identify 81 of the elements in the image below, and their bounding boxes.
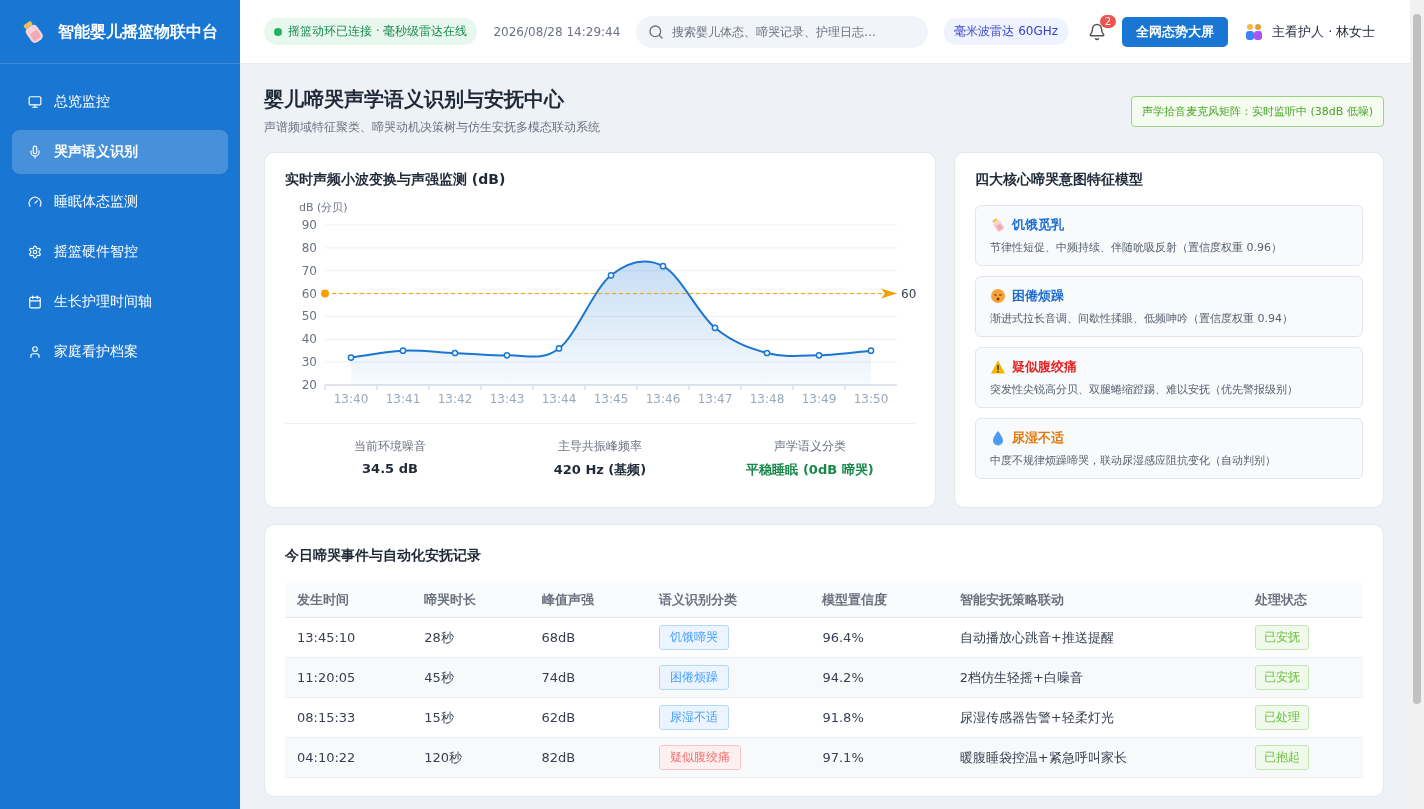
table-cell: 13:45:10	[285, 617, 413, 658]
stat-value: 平稳睡眠 (0dB 啼哭)	[746, 461, 874, 479]
axis-label: 13:43	[489, 392, 525, 406]
stat-label: 主导共振峰频率	[558, 438, 642, 455]
axis-label: 13:45	[593, 392, 629, 406]
table-cell: 74dB	[529, 657, 647, 698]
axis-label: 30	[301, 355, 317, 370]
column-header: 语义识别分类	[646, 583, 811, 618]
model-name: 困倦烦躁	[1012, 287, 1064, 305]
axis-label: 13:47	[697, 392, 733, 406]
model-name: 饥饿觅乳	[1012, 216, 1064, 234]
axis-label: 13:42	[437, 392, 473, 406]
radar-badge: 毫米波雷达 60GHz	[944, 18, 1069, 45]
model-name: 尿湿不适	[1012, 429, 1064, 447]
listening-status: 声学拾音麦克风矩阵：实时监听中 (38dB 低噪)	[1130, 96, 1384, 127]
table-cell: 94.2%	[810, 657, 948, 698]
card-title: 实时声频小波变换与声强监测 (dB)	[285, 171, 507, 189]
axis-label: 50	[301, 309, 317, 324]
axis-label: 13:49	[801, 392, 837, 406]
model-description: 突发性尖锐高分贝、双腿蜷缩蹬踢、难以安抚（优先警报级别）	[990, 382, 1299, 397]
category-tag: 疑似腹绞痛	[658, 745, 741, 770]
table-cell: 暖腹睡袋控温+紧急呼叫家长	[947, 737, 1243, 778]
status-tag: 已处理	[1254, 705, 1309, 730]
model-description: 节律性短促、中频持续、伴随吮吸反射（置信度权重 0.96）	[990, 240, 1283, 255]
axis-label: 70	[301, 263, 317, 278]
card-title: 四大核心啼哭意图特征模型	[975, 171, 1144, 189]
table-cell: 91.8%	[810, 697, 948, 738]
page-title: 婴儿啼哭声学语义识别与安抚中心	[264, 86, 565, 113]
date-time: 2026/08/28 14:29:44	[493, 24, 621, 39]
column-header: 模型置信度	[810, 583, 948, 618]
app-title: 智能婴儿摇篮物联中台	[58, 20, 218, 43]
status-tag: 已安抚	[1254, 665, 1309, 690]
table-cell: 62dB	[529, 697, 647, 738]
axis-label: 80	[301, 240, 317, 255]
axis-label: 13:44	[541, 392, 577, 406]
page-subtitle: 声谱频域特征聚类、啼哭动机决策树与仿生安抚多模态联动系统	[264, 119, 600, 136]
threshold-label: 60	[901, 286, 917, 301]
table-cell: 尿湿传感器告警+轻柔灯光	[947, 697, 1243, 738]
axis-title: dB (分贝)	[299, 201, 348, 214]
table-cell: 11:20:05	[285, 657, 413, 698]
category-tag: 困倦烦躁	[658, 665, 729, 690]
table-cell: 120秒	[412, 737, 530, 778]
axis-label: 13:40	[333, 392, 369, 406]
status-tag: 已抱起	[1254, 745, 1309, 770]
status-tag: 已安抚	[1254, 625, 1309, 650]
connection-status: 摇篮动环已连接 · 毫秒级雷达在线	[264, 18, 478, 45]
axis-label: 13:46	[645, 392, 681, 406]
model-description: 中度不规律烦躁啼哭，联动尿湿感应阻抗变化（自动判别）	[990, 453, 1277, 468]
axis-label: 20	[301, 378, 317, 392]
notification-count: 2	[1099, 14, 1117, 28]
category-tag: 饥饿啼哭	[658, 625, 729, 650]
column-header: 啼哭时长	[412, 583, 530, 618]
model-description: 渐进式拉长音调、间歇性揉眼、低频呻吟（置信度权重 0.94）	[990, 311, 1294, 326]
axis-label: 13:48	[749, 392, 785, 406]
axis-label: 40	[301, 332, 317, 347]
table-cell: 2档仿生轻摇+白噪音	[947, 657, 1243, 698]
model-name: 疑似腹绞痛	[1012, 358, 1077, 376]
stat-value: 420 Hz (基频)	[553, 461, 647, 479]
axis-label: 13:50	[853, 392, 889, 406]
table-cell: 08:15:33	[285, 697, 413, 738]
table-cell: 45秒	[412, 657, 530, 698]
stat-value: 34.5 dB	[362, 461, 418, 476]
axis-label: 90	[301, 218, 317, 232]
table-cell: 04:10:22	[285, 737, 413, 778]
column-header: 峰值声强	[529, 583, 647, 618]
category-tag: 尿湿不适	[658, 705, 729, 730]
table-cell: 28秒	[412, 617, 530, 658]
column-header: 发生时间	[285, 583, 413, 618]
stat-label: 当前环境噪音	[354, 438, 426, 455]
table-cell: 15秒	[412, 697, 530, 738]
column-header: 智能安抚策略联动	[947, 583, 1243, 618]
stat-label: 声学语义分类	[774, 438, 846, 455]
table-cell: 82dB	[529, 737, 647, 778]
table-cell: 96.4%	[810, 617, 948, 658]
table-cell: 97.1%	[810, 737, 948, 778]
axis-label: 60	[301, 286, 317, 301]
table-cell: 自动播放心跳音+推送提醒	[947, 617, 1243, 658]
column-header: 处理状态	[1242, 583, 1363, 618]
axis-label: 13:41	[385, 392, 421, 406]
card-title: 今日啼哭事件与自动化安抚记录	[285, 547, 482, 565]
table-cell: 68dB	[529, 617, 647, 658]
